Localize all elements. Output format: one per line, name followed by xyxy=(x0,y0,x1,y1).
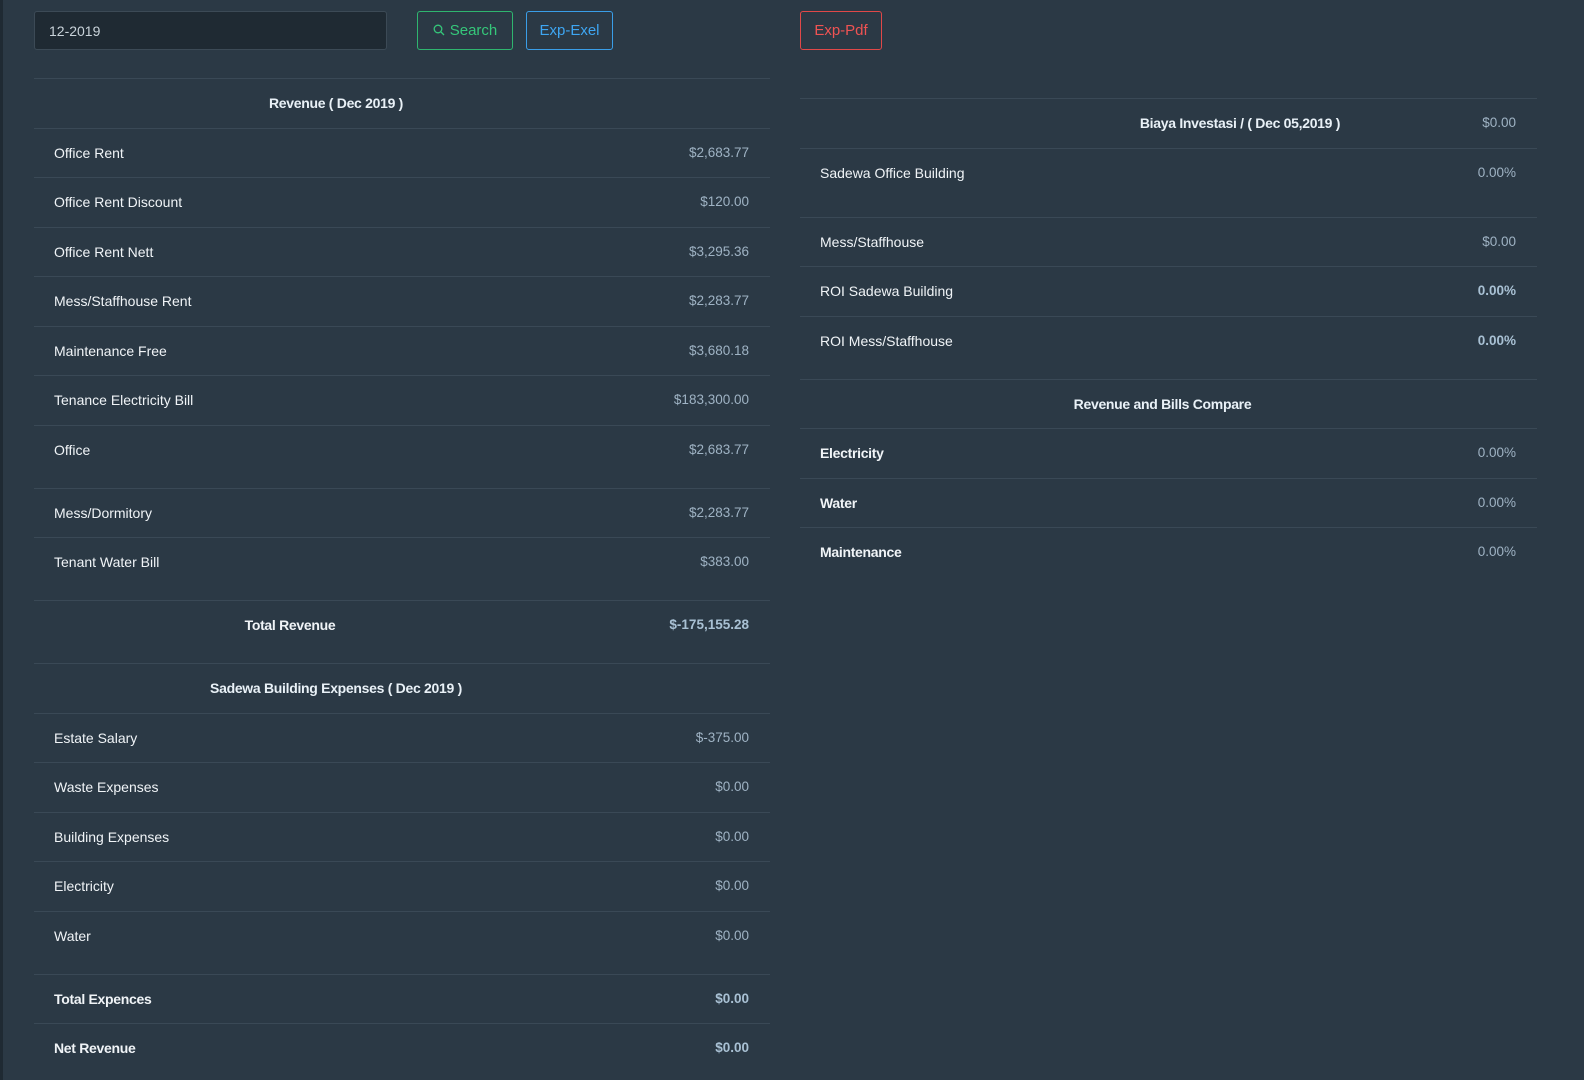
row-value: $2,283.77 xyxy=(688,293,749,308)
table-row: Water $0.00 xyxy=(34,910,770,974)
row-label: Office Rent Nett xyxy=(54,243,154,260)
table-row: Waste Expenses $0.00 xyxy=(34,762,770,812)
total-revenue-label: Total Revenue xyxy=(244,617,336,633)
compare-header-row: Revenue and Bills Compare xyxy=(800,378,1537,429)
search-button[interactable]: Search xyxy=(417,11,513,50)
total-revenue-row: Total Revenue $-175,155.28 xyxy=(34,600,770,663)
row-label: Water xyxy=(820,494,857,511)
row-value: 0.00% xyxy=(1477,332,1516,348)
table-row: ROI Mess/Staffhouse 0.00% xyxy=(800,315,1537,379)
table-row: ROI Sadewa Building 0.00% xyxy=(800,266,1537,316)
report-page: Search Exp-Exel Exp-Pdf Revenue ( Dec 20… xyxy=(0,0,1584,1080)
table-row: Mess/Staffhouse $0.00 xyxy=(800,216,1537,267)
row-label: ROI Mess/Staffhouse xyxy=(820,332,953,349)
table-row: Estate Salary $-375.00 xyxy=(34,712,770,763)
investment-title-value: $0.00 xyxy=(1482,115,1516,130)
table-row: Tenant Water Bill $383.00 xyxy=(34,537,770,600)
expenses-header-row: Sadewa Building Expenses ( Dec 2019 ) xyxy=(34,663,770,713)
table-row: Maintenance Free $3,680.18 xyxy=(34,325,770,376)
table-row: Office Rent Nett $3,295.36 xyxy=(34,226,770,277)
row-value: $383.00 xyxy=(700,554,749,569)
row-value: $2,683.77 xyxy=(688,144,749,160)
export-pdf-button[interactable]: Exp-Pdf xyxy=(800,11,882,50)
compare-title: Revenue and Bills Compare xyxy=(1073,395,1252,412)
table-row: Building Expenses $0.00 xyxy=(34,811,770,862)
revenue-header-row: Revenue ( Dec 2019 ) xyxy=(34,78,770,128)
table-row: Maintenance 0.00% xyxy=(800,527,1537,577)
row-label: Office xyxy=(54,441,91,458)
row-value: $0.00 xyxy=(715,927,749,943)
row-label: Mess/Staffhouse xyxy=(820,233,925,250)
row-label: Tenance Electricity Bill xyxy=(54,392,194,408)
row-value: $2,283.77 xyxy=(688,504,749,520)
row-label: Office Rent Discount xyxy=(54,194,183,210)
table-row: Office $2,683.77 xyxy=(34,424,770,488)
row-value: $183,300.00 xyxy=(673,392,749,407)
month-year-input[interactable] xyxy=(34,11,387,50)
row-label: Tenant Water Bill xyxy=(54,554,160,570)
row-label: Electricity xyxy=(820,445,884,461)
row-label: Estate Salary xyxy=(54,729,138,746)
row-value: $0.00 xyxy=(715,828,749,844)
row-value: $120.00 xyxy=(700,194,749,209)
expenses-title: Sadewa Building Expenses ( Dec 2019 ) xyxy=(210,680,462,696)
investment-header-row: Biaya Investasi / ( Dec 05,2019 ) $0.00 xyxy=(800,98,1537,148)
search-icon xyxy=(433,22,450,39)
row-label: Electricity xyxy=(54,878,114,894)
table-row: Water 0.00% xyxy=(800,477,1537,528)
row-label: Sadewa Office Building xyxy=(820,164,965,181)
row-label: Mess/Staffhouse Rent xyxy=(54,293,192,309)
total-expenses-label: Total Expences xyxy=(54,990,152,1007)
table-row: Electricity 0.00% xyxy=(800,428,1537,478)
row-label: Office Rent xyxy=(54,144,124,161)
row-label: Maintenance Free xyxy=(54,342,167,359)
table-row: Electricity $0.00 xyxy=(34,861,770,911)
row-label: Building Expenses xyxy=(54,828,170,845)
investment-title: Biaya Investasi / ( Dec 05,2019 ) xyxy=(1139,115,1341,131)
net-revenue-label: Net Revenue xyxy=(54,1040,136,1056)
net-revenue-row: Net Revenue $0.00 xyxy=(34,1023,770,1073)
row-value: 0.00% xyxy=(1477,494,1516,510)
row-value: $0.00 xyxy=(715,779,749,794)
row-value: $0.00 xyxy=(1482,233,1516,249)
row-label: Water xyxy=(54,927,91,944)
row-label: ROI Sadewa Building xyxy=(820,283,954,299)
table-row: Mess/Staffhouse Rent $2,283.77 xyxy=(34,276,770,326)
row-value: $0.00 xyxy=(715,878,749,893)
row-value: 0.00% xyxy=(1477,445,1516,460)
investment-compare-table: Biaya Investasi / ( Dec 05,2019 ) $0.00 … xyxy=(800,98,1537,577)
row-label: Maintenance xyxy=(820,544,902,560)
row-label: Mess/Dormitory xyxy=(54,504,153,521)
table-row: Tenance Electricity Bill $183,300.00 xyxy=(34,375,770,425)
table-row: Sadewa Office Building 0.00% xyxy=(800,147,1537,217)
row-value: 0.00% xyxy=(1477,544,1516,559)
row-value: $2,683.77 xyxy=(688,441,749,457)
total-revenue-value: $-175,155.28 xyxy=(669,617,749,632)
table-row: Office Rent Discount $120.00 xyxy=(34,177,770,227)
search-button-label: Search xyxy=(449,22,498,39)
total-expenses-row: Total Expences $0.00 xyxy=(34,973,770,1024)
row-value: $3,295.36 xyxy=(688,243,749,259)
export-excel-button[interactable]: Exp-Exel xyxy=(526,11,613,50)
row-label: Waste Expenses xyxy=(54,779,159,795)
revenue-title: Revenue ( Dec 2019 ) xyxy=(268,95,404,111)
table-row: Office Rent $2,683.77 xyxy=(34,127,770,178)
table-row: Mess/Dormitory $2,283.77 xyxy=(34,487,770,538)
row-value: $-375.00 xyxy=(695,729,749,745)
row-value: $3,680.18 xyxy=(688,342,749,358)
net-revenue-value: $0.00 xyxy=(715,1040,749,1055)
total-expenses-value: $0.00 xyxy=(715,990,749,1006)
row-value: 0.00% xyxy=(1477,283,1516,298)
row-value: 0.00% xyxy=(1477,164,1516,180)
left-edge-border xyxy=(0,0,3,1080)
revenue-expenses-table: Revenue ( Dec 2019 ) Office Rent $2,683.… xyxy=(34,78,770,1073)
